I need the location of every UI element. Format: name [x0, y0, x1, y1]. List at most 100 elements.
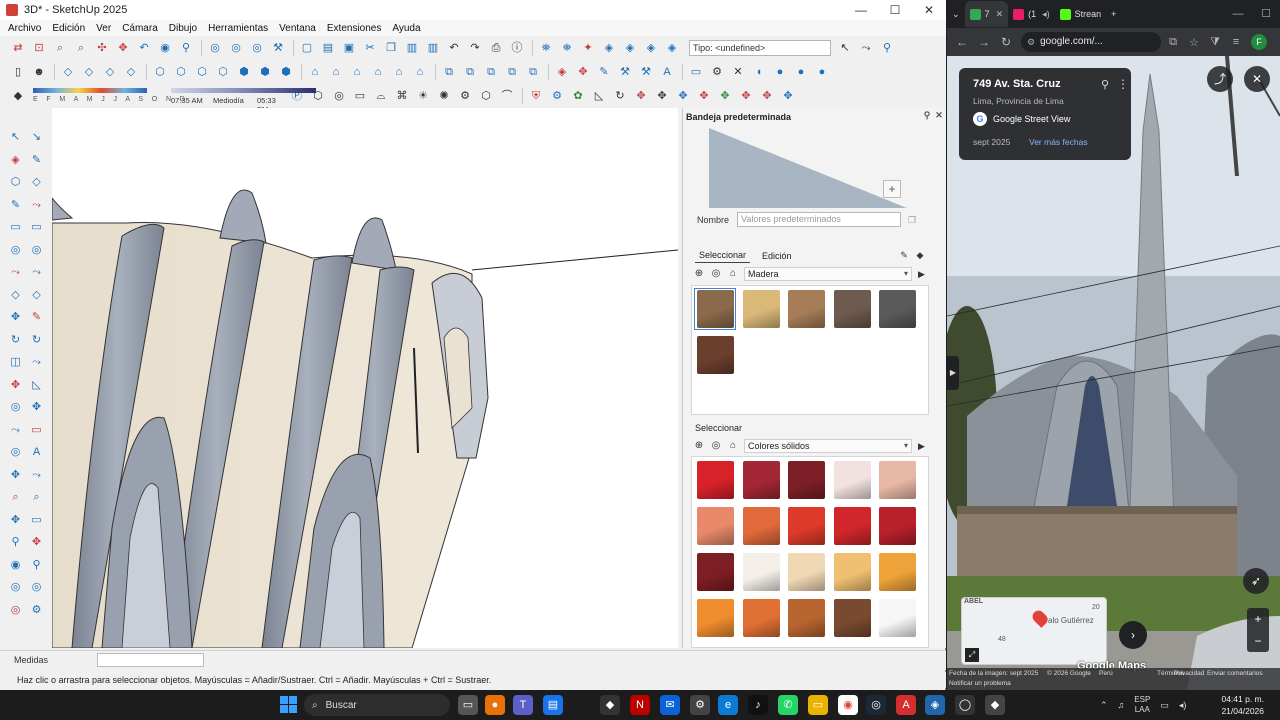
model-info-icon[interactable]: ⓘ: [509, 40, 525, 56]
solid-color-swatch[interactable]: [785, 459, 827, 501]
eye-icon[interactable]: ◉: [157, 40, 173, 56]
install-icon[interactable]: ⧉: [1164, 36, 1182, 49]
tab-search-icon[interactable]: ⌄: [947, 1, 965, 27]
left-tool-icon[interactable]: ✥: [29, 535, 44, 550]
left-tool-icon[interactable]: ✥: [8, 513, 23, 528]
tab-youtube[interactable]: (1 ◂): [1008, 1, 1055, 27]
styles-icon[interactable]: ◈: [622, 40, 638, 56]
solid-color-swatch[interactable]: [740, 551, 782, 593]
start-button[interactable]: [280, 696, 298, 714]
copy-icon[interactable]: ❐: [383, 40, 399, 56]
mini-map[interactable]: ABEL 20 48 valo Gutiérrez ⤢: [961, 597, 1107, 665]
tool-c-icon[interactable]: ◺: [591, 88, 607, 104]
left-tool-icon[interactable]: ◇: [29, 175, 44, 190]
mail-icon[interactable]: ✉: [660, 695, 680, 715]
select-tool-icon[interactable]: ⇄: [10, 40, 26, 56]
tab-maps[interactable]: 7 ✕: [964, 1, 1009, 27]
reload-icon[interactable]: ↻: [997, 35, 1015, 49]
menu-herramientas[interactable]: Herramientas: [208, 23, 268, 34]
report-problem-link[interactable]: Notificar un problema: [949, 680, 1011, 687]
left-tool-icon[interactable]: ⤳: [8, 265, 23, 280]
left-tool-icon[interactable]: ◺: [29, 378, 44, 393]
location-icon[interactable]: ⚲: [879, 40, 895, 56]
reading-list-icon[interactable]: ≡: [1227, 36, 1245, 48]
paint-bucket-icon[interactable]: ◆: [10, 88, 26, 104]
left-tool-icon[interactable]: ↘: [29, 130, 44, 145]
left-tool-icon[interactable]: ↻: [8, 333, 23, 348]
material-name-field[interactable]: Valores predeterminados: [737, 212, 902, 227]
drop-4-icon[interactable]: ●: [814, 64, 830, 80]
shadow-settings[interactable]: E F M A M J J A S O N D 07:35 AM Mediodí…: [31, 86, 316, 114]
zoom-icon[interactable]: ⌕: [52, 40, 68, 56]
arc-icon[interactable]: ⌒: [499, 88, 515, 104]
left-tool-icon[interactable]: ◎: [29, 243, 44, 258]
chrome-minimize-button[interactable]: —: [1224, 0, 1252, 28]
drop-2-icon[interactable]: ●: [772, 64, 788, 80]
bucket-icon[interactable]: ◆: [914, 249, 926, 261]
solid-color-swatch[interactable]: [876, 505, 918, 547]
sun-icon[interactable]: ✺: [436, 88, 452, 104]
left-tool-icon[interactable]: ◈: [8, 153, 23, 168]
std-view-5-icon[interactable]: ⌂: [391, 64, 407, 80]
solid-tools-1-icon[interactable]: ⧉: [441, 64, 457, 80]
wood-material-swatch[interactable]: [785, 288, 827, 330]
left-tool-icon[interactable]: ◎: [8, 580, 23, 595]
new-file-icon[interactable]: ▢: [299, 40, 315, 56]
chrome-maximize-button[interactable]: ☐: [1252, 0, 1280, 28]
dome-icon[interactable]: ⌓: [373, 88, 389, 104]
left-tool-icon[interactable]: ⚲: [8, 535, 23, 550]
close-icon[interactable]: ✕: [730, 64, 746, 80]
app-b-icon[interactable]: ◆: [985, 695, 1005, 715]
zoom-extents-icon[interactable]: ⌕: [73, 40, 89, 56]
axis-8-icon[interactable]: ✥: [780, 88, 796, 104]
left-tool-icon[interactable]: ◎: [8, 400, 23, 415]
share-model-icon[interactable]: ⛯: [559, 40, 575, 56]
axis-3-icon[interactable]: ✥: [675, 88, 691, 104]
solid-color-swatch[interactable]: [740, 459, 782, 501]
left-tool-icon[interactable]: ◎: [8, 603, 23, 618]
solid-color-swatch[interactable]: [831, 597, 873, 639]
profile-avatar[interactable]: F: [1251, 34, 1267, 50]
previous-view-icon[interactable]: ↶: [136, 40, 152, 56]
forward-icon[interactable]: ◎: [710, 268, 722, 280]
pan-icon[interactable]: ✥: [115, 40, 131, 56]
pin-icon[interactable]: ⚲: [922, 110, 932, 120]
std-view-1-icon[interactable]: ⌂: [307, 64, 323, 80]
axis-4-icon[interactable]: ✥: [696, 88, 712, 104]
month-slider[interactable]: [33, 88, 147, 93]
app-icon[interactable]: ◆: [600, 695, 620, 715]
tool-b-icon[interactable]: ✿: [570, 88, 586, 104]
text-tool-icon[interactable]: A: [659, 64, 675, 80]
create-material-icon[interactable]: +: [883, 180, 901, 198]
solid-color-swatch[interactable]: [876, 551, 918, 593]
tag-tool-icon[interactable]: ⤳: [858, 40, 874, 56]
orbit-icon[interactable]: ✣: [94, 40, 110, 56]
print-icon[interactable]: ⎙: [488, 40, 504, 56]
position-camera-icon[interactable]: ◎: [207, 40, 223, 56]
solid-tools-2-icon[interactable]: ⧉: [462, 64, 478, 80]
network-icon[interactable]: ▭: [1160, 700, 1169, 711]
left-tool-icon[interactable]: ◉: [8, 558, 23, 573]
back-edges-icon[interactable]: ⬡: [173, 64, 189, 80]
tab-close-icon[interactable]: ✕: [996, 9, 1004, 20]
left-tool-icon[interactable]: ✎: [29, 153, 44, 168]
shield-icon[interactable]: ⛨: [528, 88, 544, 104]
wood-material-swatch[interactable]: [694, 288, 736, 330]
sandbox-3-icon[interactable]: ✎: [596, 64, 612, 80]
left-tool-icon[interactable]: ⚙: [29, 603, 44, 618]
curve-icon[interactable]: ↻: [612, 88, 628, 104]
solid-color-swatch[interactable]: [831, 551, 873, 593]
sketchup-task-icon[interactable]: ◈: [925, 695, 945, 715]
left-tool-icon[interactable]: ◇: [29, 288, 44, 303]
bulb-icon[interactable]: ☀: [415, 88, 431, 104]
wireframe-icon[interactable]: ⬡: [194, 64, 210, 80]
zoom-in-button[interactable]: +: [1247, 608, 1269, 630]
solid-color-swatch[interactable]: [876, 459, 918, 501]
store-icon[interactable]: ▤: [543, 695, 563, 715]
settings-icon[interactable]: ⚙: [690, 695, 710, 715]
back-icon[interactable]: ⊕: [693, 268, 705, 280]
left-tool-icon[interactable]: ⌕: [8, 490, 23, 505]
forward-icon[interactable]: ◎: [710, 440, 722, 452]
more-options-icon[interactable]: ⋮: [1117, 77, 1129, 91]
tiktok-icon[interactable]: ♪: [748, 695, 768, 715]
